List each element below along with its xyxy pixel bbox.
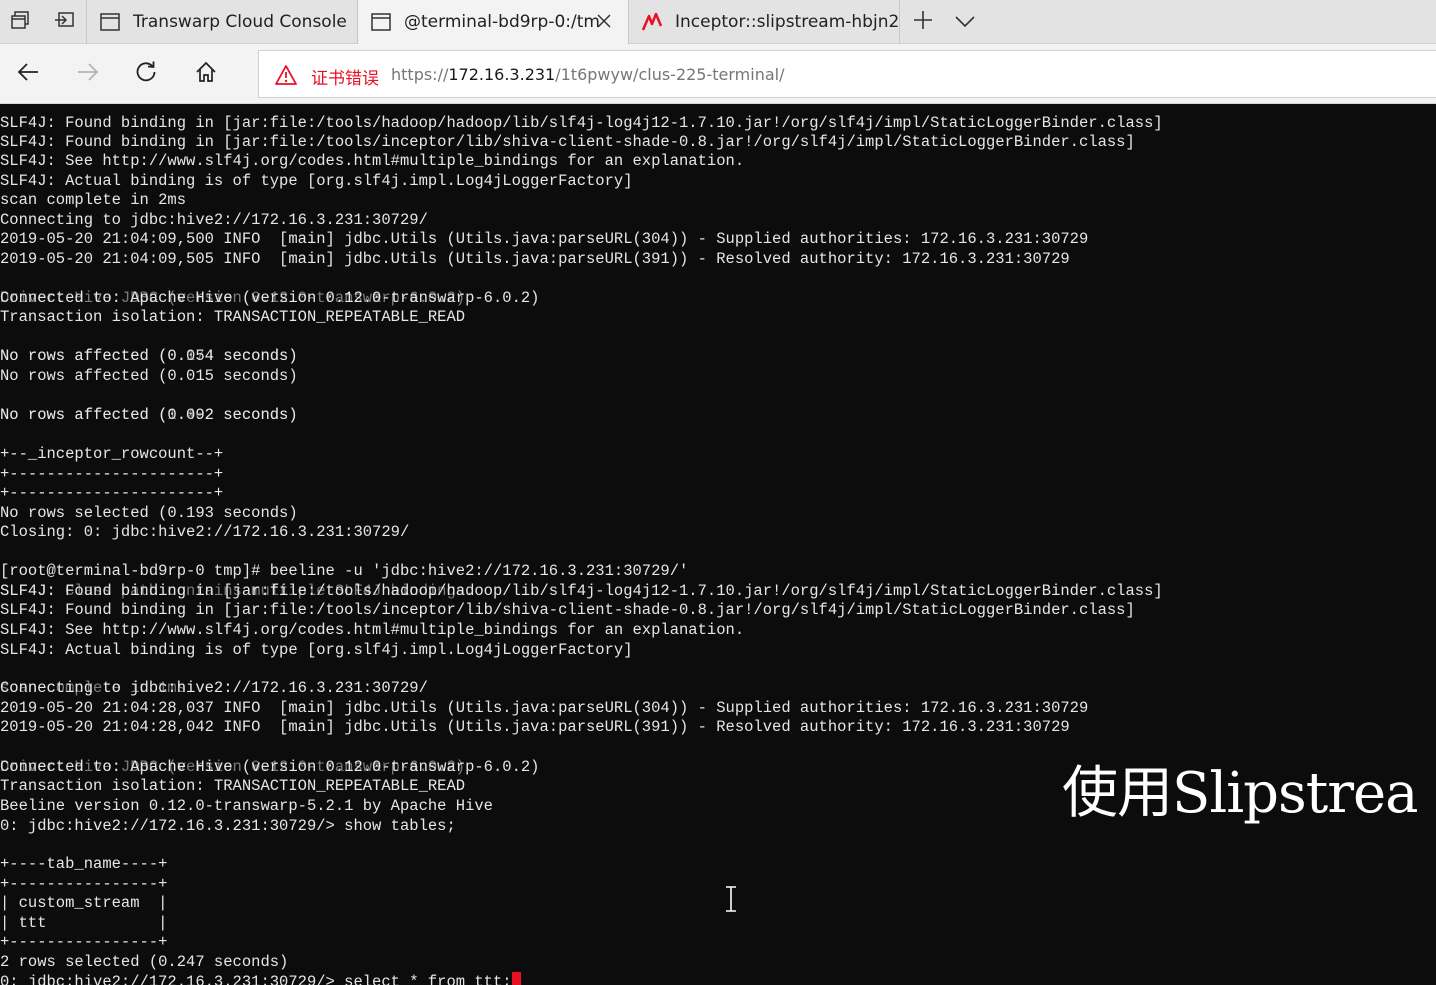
terminal-line: No rows selected (0.193 seconds) bbox=[0, 504, 298, 522]
terminal-line: SLF4J: Actual binding is of type [org.sl… bbox=[0, 172, 633, 190]
terminal-cursor bbox=[511, 972, 521, 985]
refresh-icon bbox=[135, 61, 157, 87]
set-aside-icon bbox=[53, 10, 75, 34]
terminal-line: Connected to: Apache Hive (version 0.12.… bbox=[0, 289, 540, 307]
terminal-line: | ttt | bbox=[0, 914, 168, 932]
terminal-line: Closing: 0: jdbc:hive2://172.16.3.231:30… bbox=[0, 523, 410, 541]
terminal-line: SLF4J: See http://www.slf4j.org/codes.ht… bbox=[0, 152, 745, 170]
tab-terminal[interactable]: @terminal-bd9rp-0:/tm bbox=[358, 0, 629, 44]
terminal-line: Transaction isolation: TRANSACTION_REPEA… bbox=[0, 308, 466, 326]
url-path: /1t6pwyw/clus-225-terminal/ bbox=[555, 65, 785, 84]
address-bar[interactable]: 证书错误 https://172.16.3.231/1t6pwyw/clus-2… bbox=[258, 50, 1436, 98]
home-icon bbox=[195, 61, 217, 87]
terminal-line: SLF4J: Found binding in [jar:file:/tools… bbox=[0, 114, 1163, 132]
stacked-windows-icon bbox=[10, 10, 30, 34]
set-aside-tabs-button[interactable] bbox=[44, 0, 84, 44]
overlay-caption: 使用Slipstrea bbox=[1062, 761, 1419, 826]
plus-icon bbox=[913, 10, 933, 34]
terminal-line: 2019-05-20 21:04:28,037 INFO [main] jdbc… bbox=[0, 699, 1089, 717]
refresh-button[interactable] bbox=[126, 54, 166, 94]
warning-icon bbox=[275, 64, 297, 86]
terminal-line: +--_inceptor_rowcount--+ bbox=[0, 445, 224, 463]
forward-arrow-icon bbox=[77, 62, 99, 86]
terminal-line: Connecting to jdbc:hive2://172.16.3.231:… bbox=[0, 679, 428, 697]
window-icon bbox=[370, 11, 392, 33]
terminal-line: 2 rows selected (0.247 seconds) bbox=[0, 953, 289, 971]
terminal-line: 2019-05-20 21:04:09,505 INFO [main] jdbc… bbox=[0, 250, 1070, 268]
terminal-line: 0: jdbc:hive2://172.16.3.231:30729/> sho… bbox=[0, 817, 456, 835]
navigation-bar: 证书错误 https://172.16.3.231/1t6pwyw/clus-2… bbox=[0, 44, 1436, 104]
terminal-input[interactable]: select * from ttt; bbox=[344, 973, 511, 985]
terminal-line: 2019-05-20 21:04:28,042 INFO [main] jdbc… bbox=[0, 718, 1070, 736]
tab-transwarp-cloud-console[interactable]: Transwarp Cloud Console bbox=[86, 0, 358, 44]
terminal-line: | custom_stream | bbox=[0, 894, 168, 912]
certificate-error-label[interactable]: 证书错误 bbox=[311, 64, 379, 89]
terminal-line: Connected to: Apache Hive (version 0.12.… bbox=[0, 758, 540, 776]
tab-list-button[interactable] bbox=[946, 0, 984, 44]
terminal-line: [root@terminal-bd9rp-0 tmp]# beeline -u … bbox=[0, 562, 689, 580]
text-cursor-icon bbox=[724, 886, 738, 912]
terminal-line: Beeline version 0.12.0-transwarp-5.2.1 b… bbox=[0, 797, 493, 815]
terminal-line: Transaction isolation: TRANSACTION_REPEA… bbox=[0, 777, 466, 795]
tab-inceptor-slipstream[interactable]: Inceptor::slipstream-hbjn2- bbox=[629, 0, 900, 44]
terminal-line: No rows affected (0.054 seconds) bbox=[0, 347, 298, 365]
close-tab-icon[interactable] bbox=[594, 11, 614, 31]
terminal-prompt: 0: jdbc:hive2://172.16.3.231:30729/> bbox=[0, 973, 345, 985]
tab-title: Transwarp Cloud Console bbox=[133, 12, 347, 32]
terminal-output[interactable]: Driver: Hive JDBC (version 0.12.0-transw… bbox=[0, 104, 1436, 985]
terminal-line: +----------------+ bbox=[0, 933, 168, 951]
tab-bar: Transwarp Cloud Console @terminal-bd9rp-… bbox=[0, 0, 1436, 44]
url-scheme: https:// bbox=[391, 65, 449, 84]
new-tab-button[interactable] bbox=[904, 0, 942, 44]
terminal-line: SLF4J: Found binding in [jar:file:/tools… bbox=[0, 133, 1135, 151]
terminal-line: +----tab_name----+ bbox=[0, 855, 168, 873]
terminal-line: SLF4J: See http://www.slf4j.org/codes.ht… bbox=[0, 621, 745, 639]
tab-title: Inceptor::slipstream-hbjn2- bbox=[675, 12, 900, 32]
url-host: 172.16.3.231 bbox=[448, 65, 556, 84]
home-button[interactable] bbox=[186, 54, 226, 94]
tab-preview-button[interactable] bbox=[0, 0, 40, 44]
terminal-prompt-line[interactable]: 0: jdbc:hive2://172.16.3.231:30729/> sel… bbox=[0, 972, 521, 985]
terminal-line: No rows affected (0.092 seconds) bbox=[0, 406, 298, 424]
terminal-line: SLF4J: Found binding in [jar:file:/tools… bbox=[0, 601, 1135, 619]
terminal-line: Connecting to jdbc:hive2://172.16.3.231:… bbox=[0, 211, 428, 229]
back-button[interactable] bbox=[8, 54, 48, 94]
terminal-line: No rows affected (0.015 seconds) bbox=[0, 367, 298, 385]
tab-title: @terminal-bd9rp-0:/tm bbox=[404, 12, 600, 32]
terminal-line: SLF4J: Found binding in [jar:file:/tools… bbox=[0, 582, 1163, 600]
forward-button[interactable] bbox=[68, 54, 108, 94]
back-arrow-icon bbox=[17, 62, 39, 86]
terminal-line: +----------------------+ bbox=[0, 484, 224, 502]
window-icon bbox=[99, 11, 121, 33]
terminal-line: 2019-05-20 21:04:09,500 INFO [main] jdbc… bbox=[0, 230, 1089, 248]
chevron-down-icon bbox=[955, 13, 975, 32]
terminal-line: SLF4J: Actual binding is of type [org.sl… bbox=[0, 641, 633, 659]
url-text[interactable]: https://172.16.3.231/1t6pwyw/clus-225-te… bbox=[391, 65, 784, 84]
terminal-line: +----------------------+ bbox=[0, 465, 224, 483]
transwarp-logo-icon bbox=[641, 11, 663, 33]
terminal-line: +----------------+ bbox=[0, 875, 168, 893]
terminal-line: scan complete in 2ms bbox=[0, 191, 187, 209]
